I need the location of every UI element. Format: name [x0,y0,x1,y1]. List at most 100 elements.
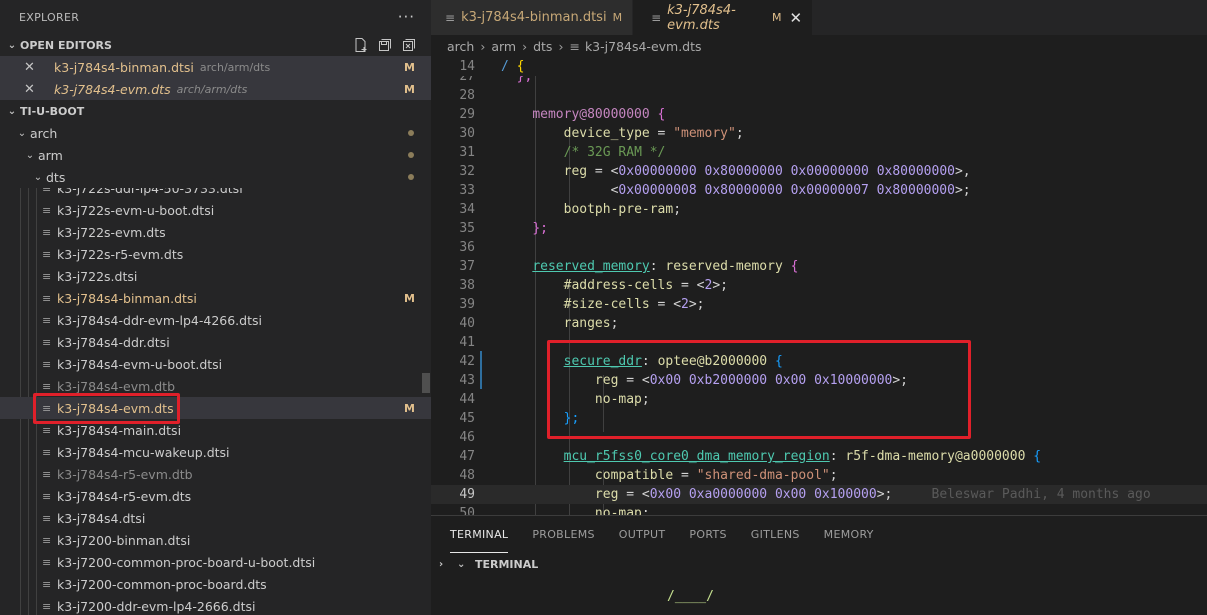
file-item[interactable]: ≡ k3-j722s-ddr-lp4-50-3733.dtsi [0,188,431,199]
open-editor-item[interactable]: ✕ k3-j784s4-evm.dts arch/arm/dts M [0,78,431,100]
code-editor[interactable]: 14/ {27 }; 28 29 memory@80000000 {30 devic… [431,57,1207,515]
line-number: 34 [459,202,475,217]
code-line[interactable]: 48 compatible = "shared-dma-pool"; [431,466,1207,485]
editor-tabs: ≡ k3-j784s4-binman.dtsi M ≡ k3-j784s4-ev… [431,0,1207,35]
modified-dot [408,174,414,180]
modified-badge: M [404,291,415,305]
folder-item-dts[interactable]: ⌄ dts [0,166,431,188]
folder-label: arm [38,147,63,163]
code-content: mcu_r5fss0_core0_dma_memory_region: r5f-… [563,449,1042,464]
chevron-down-icon: ⌄ [25,149,35,161]
file-item[interactable]: ≡ k3-j784s4.dtsi [0,507,431,529]
code-line[interactable]: 37 reserved_memory: reserved-memory { [431,257,1207,276]
file-label: k3-j7200-common-proc-board.dts [57,576,267,592]
file-item[interactable]: ≡ k3-j7200-binman.dtsi [0,529,431,551]
code-line[interactable]: 47 mcu_r5fss0_core0_dma_memory_region: r… [431,447,1207,466]
code-line[interactable]: 50 no-map; [431,504,1207,515]
code-line[interactable]: 14 / { [431,57,1207,76]
close-icon[interactable]: ✕ [789,9,802,27]
file-label: k3-j722s-evm-u-boot.dtsi [57,202,215,218]
close-icon[interactable]: ✕ [24,60,40,75]
chevron-down-icon: ⌄ [17,127,27,139]
tab-binman[interactable]: ≡ k3-j784s4-binman.dtsi M [431,0,634,35]
file-label: k3-j784s4-mcu-wakeup.dtsi [57,444,230,460]
file-item[interactable]: ≡ k3-j784s4-ddr.dtsi [0,331,431,353]
file-label: k3-j784s4-ddr.dtsi [57,334,170,350]
open-editor-item[interactable]: ✕ k3-j784s4-binman.dtsi arch/arm/dts M [0,56,431,78]
terminal-output[interactable]: /____/ [667,589,714,604]
panel-tab-memory[interactable]: MEMORY [824,516,874,553]
file-label: k3-j784s4.dtsi [57,510,146,526]
chevron-right-icon: › [558,38,564,54]
breadcrumb-item[interactable]: k3-j784s4-evm.dts [585,39,702,54]
highlight-box [547,340,971,439]
open-editors-section[interactable]: ⌄ OPEN EDITORS [0,34,431,56]
scrollbar-thumb[interactable] [422,373,430,393]
file-lines-icon: ≡ [42,247,52,261]
code-line[interactable]: 35 }; [431,219,1207,238]
breadcrumb-item[interactable]: dts [533,39,552,54]
code-content: #address-cells = <2>; [563,278,728,293]
panel-tab-gitlens[interactable]: GITLENS [751,516,800,553]
file-item[interactable]: ≡ k3-j722s-r5-evm.dts [0,243,431,265]
code-line[interactable]: 30 device_type = "memory"; [431,124,1207,143]
code-line[interactable]: 36 [431,238,1207,257]
code-line[interactable]: 34 bootph-pre-ram; [431,200,1207,219]
close-all-editors-icon[interactable] [401,37,417,53]
file-item[interactable]: ≡ k3-j784s4-r5-evm.dtb [0,463,431,485]
code-content: compatible = "shared-dma-pool"; [594,468,838,483]
file-label: k3-j784s4-evm.dtb [57,378,176,394]
file-label: k3-j722s.dtsi [57,268,138,284]
line-number: 46 [459,430,475,445]
panel-tab-output[interactable]: OUTPUT [619,516,666,553]
breadcrumb-item[interactable]: arm [491,39,516,54]
file-label: k3-j784s4-main.dtsi [57,422,182,438]
code-line[interactable]: 39 #size-cells = <2>; [431,295,1207,314]
workspace-label: TI-U-BOOT [20,104,85,118]
breadcrumb-item[interactable]: arch [447,39,474,54]
file-lines-icon: ≡ [42,423,52,437]
file-label: k3-j722s-r5-evm.dts [57,246,184,262]
panel-tab-terminal[interactable]: TERMINAL [450,516,509,553]
terminal-section-header[interactable]: › ⌄ TERMINAL [431,553,1207,575]
panel-tabs: TERMINAL PROBLEMS OUTPUT PORTS GITLENS MEMORY [431,516,1207,553]
folder-item-arm[interactable]: ⌄ arm [0,144,431,166]
chevron-right-icon: › [480,38,486,54]
panel-tab-ports[interactable]: PORTS [689,516,726,553]
file-label: k3-j784s4-binman.dtsi [57,290,197,306]
code-line[interactable]: 38 #address-cells = <2>; [431,276,1207,295]
code-line[interactable]: 31 /* 32G RAM */ [431,143,1207,162]
panel-tab-problems[interactable]: PROBLEMS [532,516,594,553]
code-line[interactable]: 29 memory@80000000 { [431,105,1207,124]
tab-evm[interactable]: ≡ k3-j784s4-evm.dts M ✕ [633,0,814,35]
folder-item-arch[interactable]: ⌄ arch [0,122,431,144]
file-item[interactable]: ≡ k3-j722s-evm-u-boot.dtsi [0,199,431,221]
code-line[interactable]: 32 reg = <0x00000000 0x80000000 0x000000… [431,162,1207,181]
file-item[interactable]: ≡ k3-j784s4-binman.dtsi M [0,287,431,309]
code-content: reg = <0x00000000 0x80000000 0x00000000 … [563,164,971,179]
file-label: k3-j784s4-evm-u-boot.dtsi [57,356,223,372]
file-lines-icon: ≡ [42,335,52,349]
bottom-panel: TERMINAL PROBLEMS OUTPUT PORTS GITLENS MEMORY… [431,515,1207,615]
code-line[interactable]: 28 [431,86,1207,105]
new-untitled-file-icon[interactable] [353,37,369,53]
file-item[interactable]: ≡ k3-j7200-common-proc-board.dts [0,573,431,595]
save-all-icon[interactable] [377,37,393,53]
workspace-section[interactable]: ⌄ TI-U-BOOT [0,100,431,122]
code-content: <0x00000008 0x80000000 0x00000007 0x8000… [501,183,971,198]
file-item[interactable]: ≡ k3-j7200-common-proc-board-u-boot.dtsi [0,551,431,573]
file-lines-icon: ≡ [42,379,52,393]
code-line[interactable]: 49 reg = <0x00 0xa0000000 0x00 0x100000>… [431,485,1207,504]
file-item[interactable]: ≡ k3-j784s4-r5-evm.dts [0,485,431,507]
file-item[interactable]: ≡ k3-j722s.dtsi [0,265,431,287]
file-item[interactable]: ≡ k3-j722s-evm.dts [0,221,431,243]
code-line[interactable]: 40 ranges; [431,314,1207,333]
code-line[interactable]: 33 <0x00000008 0x80000000 0x00000007 0x8… [431,181,1207,200]
file-item[interactable]: ≡ k3-j784s4-mcu-wakeup.dtsi [0,441,431,463]
file-item[interactable]: ≡ k3-j784s4-evm-u-boot.dtsi [0,353,431,375]
file-item[interactable]: ≡ k3-j784s4-ddr-evm-lp4-4266.dtsi [0,309,431,331]
more-actions-icon[interactable]: ··· [398,8,415,26]
file-lines-icon: ≡ [42,225,52,239]
file-item[interactable]: ≡ k3-j7200-ddr-evm-lp4-2666.dtsi [0,595,431,615]
close-icon[interactable]: ✕ [24,82,40,97]
